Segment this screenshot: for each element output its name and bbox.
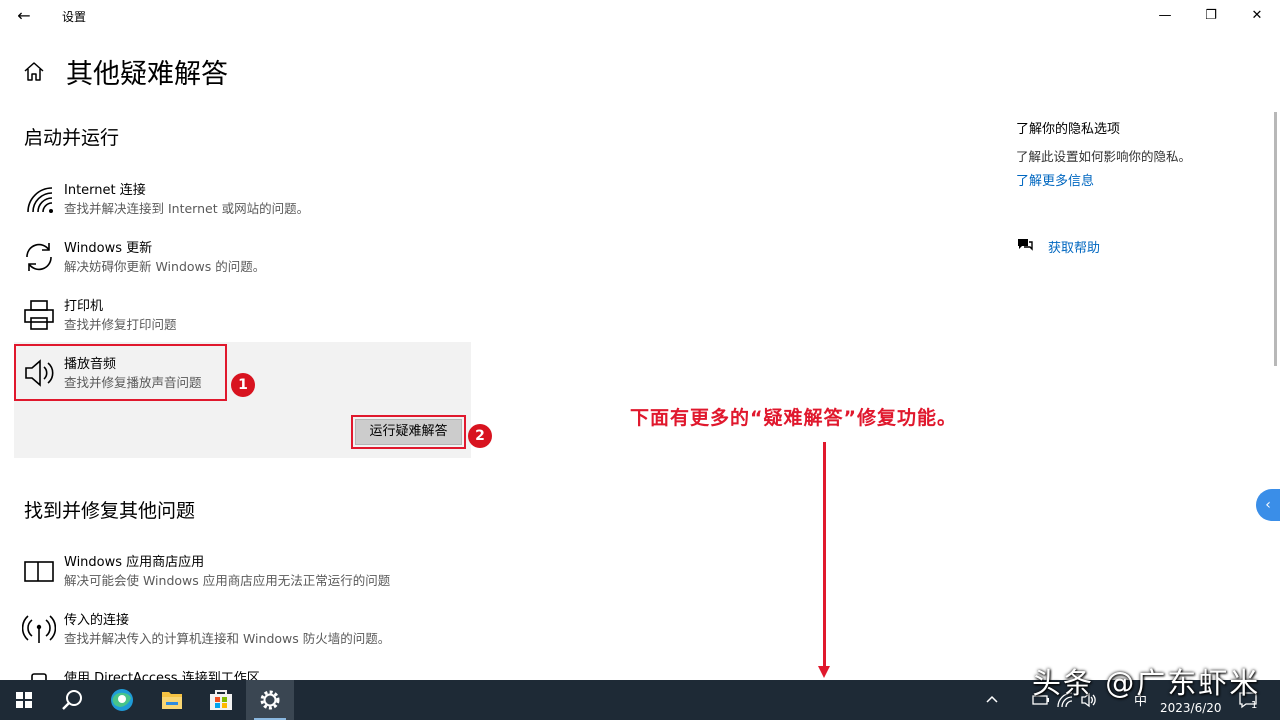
- troubleshooter-incoming-connections[interactable]: 传入的连接 查找并解决传入的计算机连接和 Windows 防火墙的问题。: [20, 606, 480, 654]
- start-button[interactable]: [0, 680, 48, 720]
- annotation-text: 下面有更多的“疑难解答”修复功能。: [630, 407, 957, 429]
- section-title-other: 找到并修复其他问题: [24, 500, 196, 522]
- maximize-button[interactable]: ❐: [1188, 0, 1234, 32]
- troubleshooter-store-apps[interactable]: Windows 应用商店应用 解决可能会使 Windows 应用商店应用无法正常…: [20, 548, 480, 596]
- store-app-icon: [24, 561, 54, 582]
- item-name: 打印机: [64, 299, 104, 314]
- privacy-desc: 了解此设置如何影响你的隐私。: [1016, 149, 1192, 164]
- item-desc: 查找并修复打印问题: [64, 317, 177, 332]
- home-icon[interactable]: [22, 60, 46, 84]
- item-name: Windows 应用商店应用: [64, 555, 205, 570]
- highlight-box-audio: [14, 344, 227, 401]
- refresh-icon: [26, 243, 52, 271]
- item-desc: 解决可能会使 Windows 应用商店应用无法正常运行的问题: [64, 573, 391, 588]
- minimize-button[interactable]: —: [1142, 0, 1188, 32]
- taskbar-search-button[interactable]: [48, 680, 96, 720]
- privacy-title: 了解你的隐私选项: [1016, 122, 1121, 137]
- item-name: Windows 更新: [64, 241, 153, 256]
- antenna-icon: [22, 615, 56, 643]
- taskbar-explorer-button[interactable]: [148, 680, 196, 720]
- taskbar-date[interactable]: 2023/6/20: [1160, 701, 1222, 715]
- windows-logo-icon: [16, 692, 32, 708]
- troubleshooter-internet[interactable]: Internet 连接 查找并解决连接到 Internet 或网站的问题。: [20, 176, 480, 224]
- highlight-box-run: 运行疑难解答: [351, 415, 466, 449]
- printer-icon: [24, 300, 54, 330]
- scrollbar[interactable]: [1274, 112, 1277, 366]
- item-desc: 查找并解决连接到 Internet 或网站的问题。: [64, 201, 310, 216]
- app-title: 设置: [62, 10, 87, 24]
- troubleshooter-windows-update[interactable]: Windows 更新 解决妨碍你更新 Windows 的问题。: [20, 234, 480, 282]
- page-title: 其他疑难解答: [66, 59, 228, 90]
- section-title-startup: 启动并运行: [24, 127, 120, 149]
- taskbar-edge-button[interactable]: [98, 680, 146, 720]
- side-collapse-tab[interactable]: ‹: [1256, 489, 1280, 521]
- run-troubleshooter-button[interactable]: 运行疑难解答: [355, 419, 462, 445]
- get-help-link[interactable]: 获取帮助: [1048, 237, 1100, 256]
- taskbar-settings-button[interactable]: [246, 680, 294, 720]
- troubleshooter-printer[interactable]: 打印机 查找并修复打印问题: [20, 292, 480, 340]
- search-icon: [62, 690, 82, 710]
- close-button[interactable]: ✕: [1234, 0, 1280, 32]
- back-button[interactable]: ←: [12, 6, 36, 26]
- annotation-arrow-line: [823, 442, 826, 670]
- item-desc: 解决妨碍你更新 Windows 的问题。: [64, 259, 266, 274]
- step-badge-2: 2: [468, 424, 492, 448]
- learn-more-link[interactable]: 了解更多信息: [1016, 170, 1094, 189]
- wifi-icon: [27, 187, 53, 213]
- edge-browser-icon: [111, 689, 133, 711]
- item-name: 传入的连接: [64, 613, 130, 628]
- help-chat-icon: [1018, 239, 1033, 251]
- gear-icon: [260, 690, 280, 710]
- tray-expand-icon[interactable]: [984, 692, 1000, 708]
- annotation-arrow-head: [818, 666, 830, 678]
- folder-icon: [162, 692, 182, 709]
- watermark: 头条 @广东虾米: [1032, 666, 1261, 700]
- taskbar-store-button[interactable]: [197, 680, 245, 720]
- title-bar: ← 设置 — ❐ ✕: [0, 0, 1280, 32]
- step-badge-1: 1: [231, 373, 255, 397]
- item-desc: 查找并解决传入的计算机连接和 Windows 防火墙的问题。: [64, 631, 391, 646]
- item-name: Internet 连接: [64, 183, 146, 198]
- store-icon: [210, 690, 232, 710]
